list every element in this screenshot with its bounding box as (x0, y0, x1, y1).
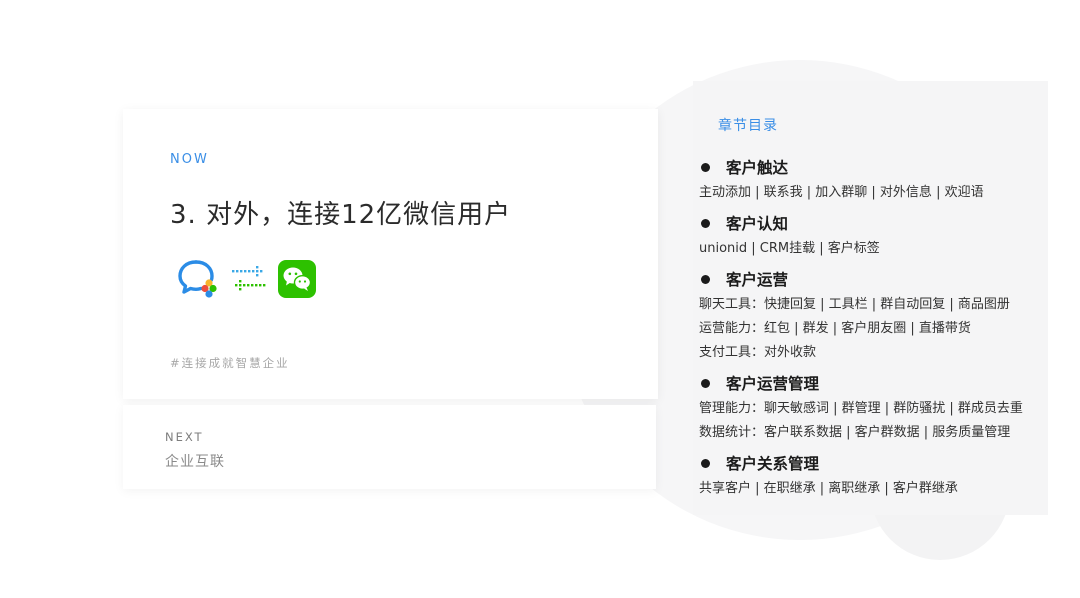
bullet-icon (701, 163, 710, 172)
toc-item-line: 管理能力：聊天敏感词 | 群管理 | 群防骚扰 | 群成员去重 (699, 401, 1023, 416)
bullet-icon (701, 219, 710, 228)
toc-panel: 章节目录 客户触达 主动添加 | 联系我 | 加入群聊 | 对外信息 | 欢迎语… (693, 81, 1048, 515)
toc-item-line: 聊天工具：快捷回复 | 工具栏 | 群自动回复 | 商品图册 (699, 297, 1010, 312)
toc-section: 客户关系管理 共享客户 | 在职继承 | 离职继承 | 客户群继承 (699, 451, 1044, 501)
toc-section: 客户触达 主动添加 | 联系我 | 加入群聊 | 对外信息 | 欢迎语 (699, 155, 1044, 205)
icons-row (178, 259, 338, 299)
toc-list: 客户触达 主动添加 | 联系我 | 加入群聊 | 对外信息 | 欢迎语 客户认知… (699, 155, 1044, 507)
toc-item-line: 数据统计：客户联系数据 | 客户群数据 | 服务质量管理 (699, 425, 1011, 440)
exchange-arrows-icon (232, 266, 266, 291)
page-title: 3. 对外，连接12亿微信用户 (170, 200, 512, 230)
toc-section-title[interactable]: 客户运营管理 (699, 371, 1044, 397)
toc-section: 客户运营管理 管理能力：聊天敏感词 | 群管理 | 群防骚扰 | 群成员去重 数… (699, 371, 1044, 445)
wechat-icon (278, 260, 316, 298)
toc-item-line: 共享客户 | 在职继承 | 离职继承 | 客户群继承 (699, 481, 958, 496)
bullet-icon (701, 459, 710, 468)
toc-section-label: 客户运营管理 (726, 375, 820, 393)
next-label: NEXT (165, 430, 204, 444)
next-chapter-title: 企业互联 (165, 454, 225, 470)
toc-item-line: 支付工具：对外收款 (699, 345, 817, 360)
toc-item-line: 运营能力：红包 | 群发 | 客户朋友圈 | 直播带货 (699, 321, 971, 336)
bullet-icon (701, 275, 710, 284)
now-card: NOW 3. 对外，连接12亿微信用户 #连接成就智慧企业 (123, 109, 658, 399)
next-card[interactable]: NEXT 企业互联 (123, 405, 656, 489)
wework-icon (178, 260, 217, 298)
toc-section-title[interactable]: 客户认知 (699, 211, 1044, 237)
toc-item-line: 主动添加 | 联系我 | 加入群聊 | 对外信息 | 欢迎语 (699, 185, 984, 200)
toc-section-label: 客户认知 (726, 215, 789, 233)
toc-heading: 章节目录 (718, 118, 778, 134)
now-label: NOW (170, 152, 209, 167)
toc-section-title[interactable]: 客户关系管理 (699, 451, 1044, 477)
toc-section-title[interactable]: 客户触达 (699, 155, 1044, 181)
toc-section: 客户认知 unionid | CRM挂载 | 客户标签 (699, 211, 1044, 261)
toc-section-label: 客户运营 (726, 271, 789, 289)
bullet-icon (701, 379, 710, 388)
tagline: #连接成就智慧企业 (170, 356, 290, 370)
toc-section-label: 客户触达 (726, 159, 789, 177)
toc-section: 客户运营 聊天工具：快捷回复 | 工具栏 | 群自动回复 | 商品图册 运营能力… (699, 267, 1044, 365)
toc-item-line: unionid | CRM挂载 | 客户标签 (699, 241, 880, 256)
toc-section-title[interactable]: 客户运营 (699, 267, 1044, 293)
toc-section-label: 客户关系管理 (726, 455, 820, 473)
